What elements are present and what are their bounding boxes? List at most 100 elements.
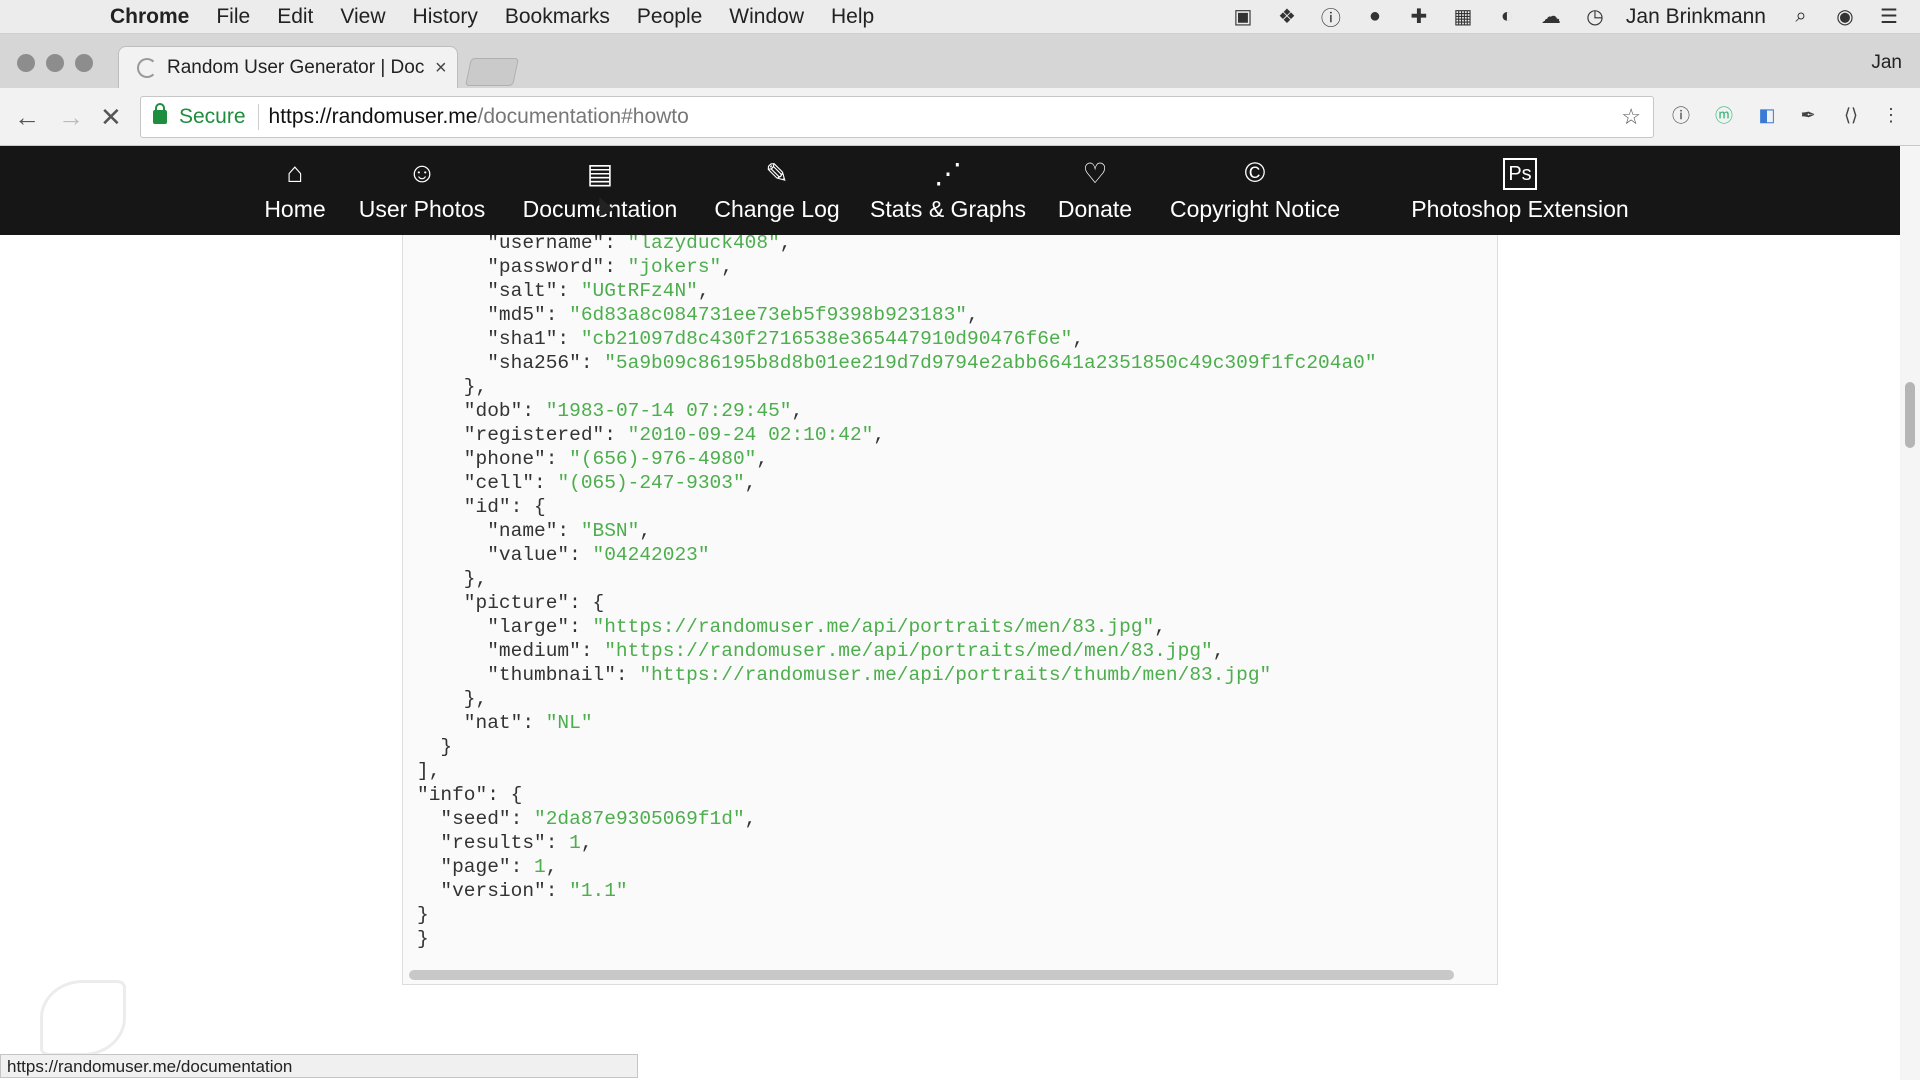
copyright-icon: © <box>1244 157 1266 188</box>
window-zoom-icon[interactable] <box>75 54 93 72</box>
book-icon: ▤ <box>586 157 614 189</box>
nav-home[interactable]: ⌂ Home <box>257 146 333 235</box>
nav-change-log-label: Change Log <box>714 196 840 222</box>
code-line: "thumbnail": "https://randomuser.me/api/… <box>417 664 1272 686</box>
notification-center-icon[interactable]: ☰ <box>1876 5 1902 29</box>
code-value: "jokers" <box>627 256 722 278</box>
profile-label[interactable]: Jan <box>1871 52 1902 74</box>
code-value: 1 <box>569 832 581 854</box>
lock-icon <box>153 103 167 124</box>
code-line: "large": "https://randomuser.me/api/port… <box>417 616 1166 638</box>
plus-app-icon[interactable]: ✚ <box>1406 5 1432 29</box>
password-extension-icon[interactable]: ⓘ <box>1670 104 1692 126</box>
code-line: ], <box>417 760 441 782</box>
chat-icon[interactable]: ☁ <box>1538 5 1564 29</box>
secure-label: Secure <box>179 105 246 128</box>
password-manager-icon[interactable]: ⓘ <box>1318 5 1344 30</box>
horizontal-scrollbar[interactable] <box>409 970 1454 980</box>
screen-record-icon[interactable]: ▣ <box>1230 5 1256 29</box>
code-value: "2010-09-24 02:10:42" <box>627 424 874 446</box>
menu-help[interactable]: Help <box>831 5 874 29</box>
nav-stats-graphs-label: Stats & Graphs <box>870 196 1026 222</box>
menu-edit[interactable]: Edit <box>277 5 313 29</box>
code-line: }, <box>417 376 488 398</box>
address-bar[interactable]: Secure https://randomuser.me/documentati… <box>140 96 1654 138</box>
menu-bar-user[interactable]: Jan Brinkmann <box>1626 5 1766 29</box>
browser-toolbar: ← → ✕ Secure https://randomuser.me/docum… <box>0 88 1920 146</box>
tab-title: Random User Generator | Doc <box>167 57 425 78</box>
nav-documentation[interactable]: ▤ Documentation <box>514 146 686 235</box>
status-bar: https://randomuser.me/documentation <box>0 1054 638 1078</box>
code-value: "cb21097d8c430f2716538e365447910d90476f6… <box>580 328 1073 350</box>
vertical-scrollbar-thumb[interactable] <box>1905 382 1915 448</box>
heart-icon: ♡ <box>1082 157 1108 189</box>
window-close-icon[interactable] <box>17 54 35 72</box>
menu-app-chrome[interactable]: Chrome <box>110 5 189 29</box>
code-value: "04242023" <box>592 544 710 566</box>
code-value: "BSN" <box>580 520 640 542</box>
code-value: "1983-07-14 07:29:45" <box>545 400 792 422</box>
menu-window[interactable]: Window <box>729 5 804 29</box>
graph-icon: ⋰ <box>934 157 962 189</box>
code-extension-icon[interactable]: ⟨⟩ <box>1840 104 1862 126</box>
code-line: "sha256": "5a9b09c86195b8d8b01ee219d7d97… <box>417 352 1377 374</box>
code-value: "https://randomuser.me/api/portraits/med… <box>604 640 1213 662</box>
nav-photoshop-extension-label: Photoshop Extension <box>1411 196 1629 222</box>
nav-stats-graphs[interactable]: ⋰ Stats & Graphs <box>867 146 1029 235</box>
loading-spinner-icon <box>137 58 157 78</box>
code-value: "6d83a8c084731ee73eb5f9398b923183" <box>569 304 967 326</box>
code-line: "info": { <box>417 784 523 806</box>
tab-close-icon[interactable]: × <box>435 57 447 80</box>
nav-change-log[interactable]: ✎ Change Log <box>711 146 843 235</box>
menu-people[interactable]: People <box>637 5 702 29</box>
home-icon: ⌂ <box>286 157 304 188</box>
dropbox-icon[interactable]: ❖ <box>1274 5 1300 29</box>
m-extension-icon[interactable]: ⓜ <box>1713 104 1735 126</box>
new-tab-button[interactable] <box>465 58 519 86</box>
code-line: "results": 1, <box>417 832 593 854</box>
browser-tab-active[interactable]: Random User Generator | Doc × <box>118 46 458 89</box>
nav-photoshop-extension[interactable]: Ps Photoshop Extension <box>1404 146 1636 235</box>
creative-cloud-icon[interactable]: ● <box>1362 5 1388 29</box>
code-value: "UGtRFz4N" <box>580 280 698 302</box>
code-value: "NL" <box>545 712 593 734</box>
vertical-scrollbar[interactable] <box>1900 146 1920 1080</box>
time-machine-icon[interactable]: ◷ <box>1582 5 1608 29</box>
code-value: "1.1" <box>569 880 628 902</box>
menu-view[interactable]: View <box>340 5 385 29</box>
leaf-icon[interactable]: ◐ <box>1494 5 1520 29</box>
code-line: "username": "lazyduck408", <box>417 235 791 254</box>
back-arrow-icon[interactable]: ← <box>14 102 40 133</box>
user-photos-icon: ☺ <box>407 157 437 188</box>
nav-copyright-notice[interactable]: © Copyright Notice <box>1162 146 1348 235</box>
nav-donate[interactable]: ♡ Donate <box>1053 146 1137 235</box>
nav-user-photos[interactable]: ☺ User Photos <box>354 146 490 235</box>
spotlight-search-icon[interactable]: ⌕ <box>1788 5 1814 29</box>
stop-loading-icon[interactable]: ✕ <box>100 102 122 133</box>
feather-extension-icon[interactable]: ✒ <box>1797 104 1819 126</box>
menu-file[interactable]: File <box>216 5 250 29</box>
code-line: "registered": "2010-09-24 02:10:42", <box>417 424 886 446</box>
url-path: /documentation#howto <box>477 105 689 128</box>
menu-bookmarks[interactable]: Bookmarks <box>505 5 610 29</box>
chrome-menu-icon[interactable]: ⋮ <box>1880 104 1902 126</box>
briefcase-icon[interactable]: ▦ <box>1450 5 1476 29</box>
bookmark-star-icon[interactable]: ☆ <box>1621 104 1641 130</box>
forward-arrow-icon[interactable]: → <box>58 102 84 133</box>
code-line: "phone": "(656)-976-4980", <box>417 448 769 470</box>
menu-history[interactable]: History <box>413 5 478 29</box>
page-content: "username": "lazyduck408", "password": "… <box>0 235 1900 1055</box>
window-extension-icon[interactable]: ◧ <box>1756 104 1778 126</box>
code-line: "version": "1.1" <box>417 880 628 902</box>
code-line: } <box>417 904 429 926</box>
code-value: "https://randomuser.me/api/portraits/thu… <box>639 664 1272 686</box>
json-code-block: "username": "lazyduck408", "password": "… <box>402 235 1498 985</box>
omnibox-divider <box>257 104 259 130</box>
json-response-code: "username": "lazyduck408", "password": "… <box>417 235 1377 951</box>
siri-icon[interactable]: ◉ <box>1832 5 1858 29</box>
site-navigation: ⌂ Home ☺ User Photos ▤ Documentation ✎ C… <box>0 146 1900 235</box>
code-line: "password": "jokers", <box>417 256 733 278</box>
code-line: "picture": { <box>417 592 605 614</box>
window-minimize-icon[interactable] <box>46 54 64 72</box>
code-line: }, <box>417 568 488 590</box>
